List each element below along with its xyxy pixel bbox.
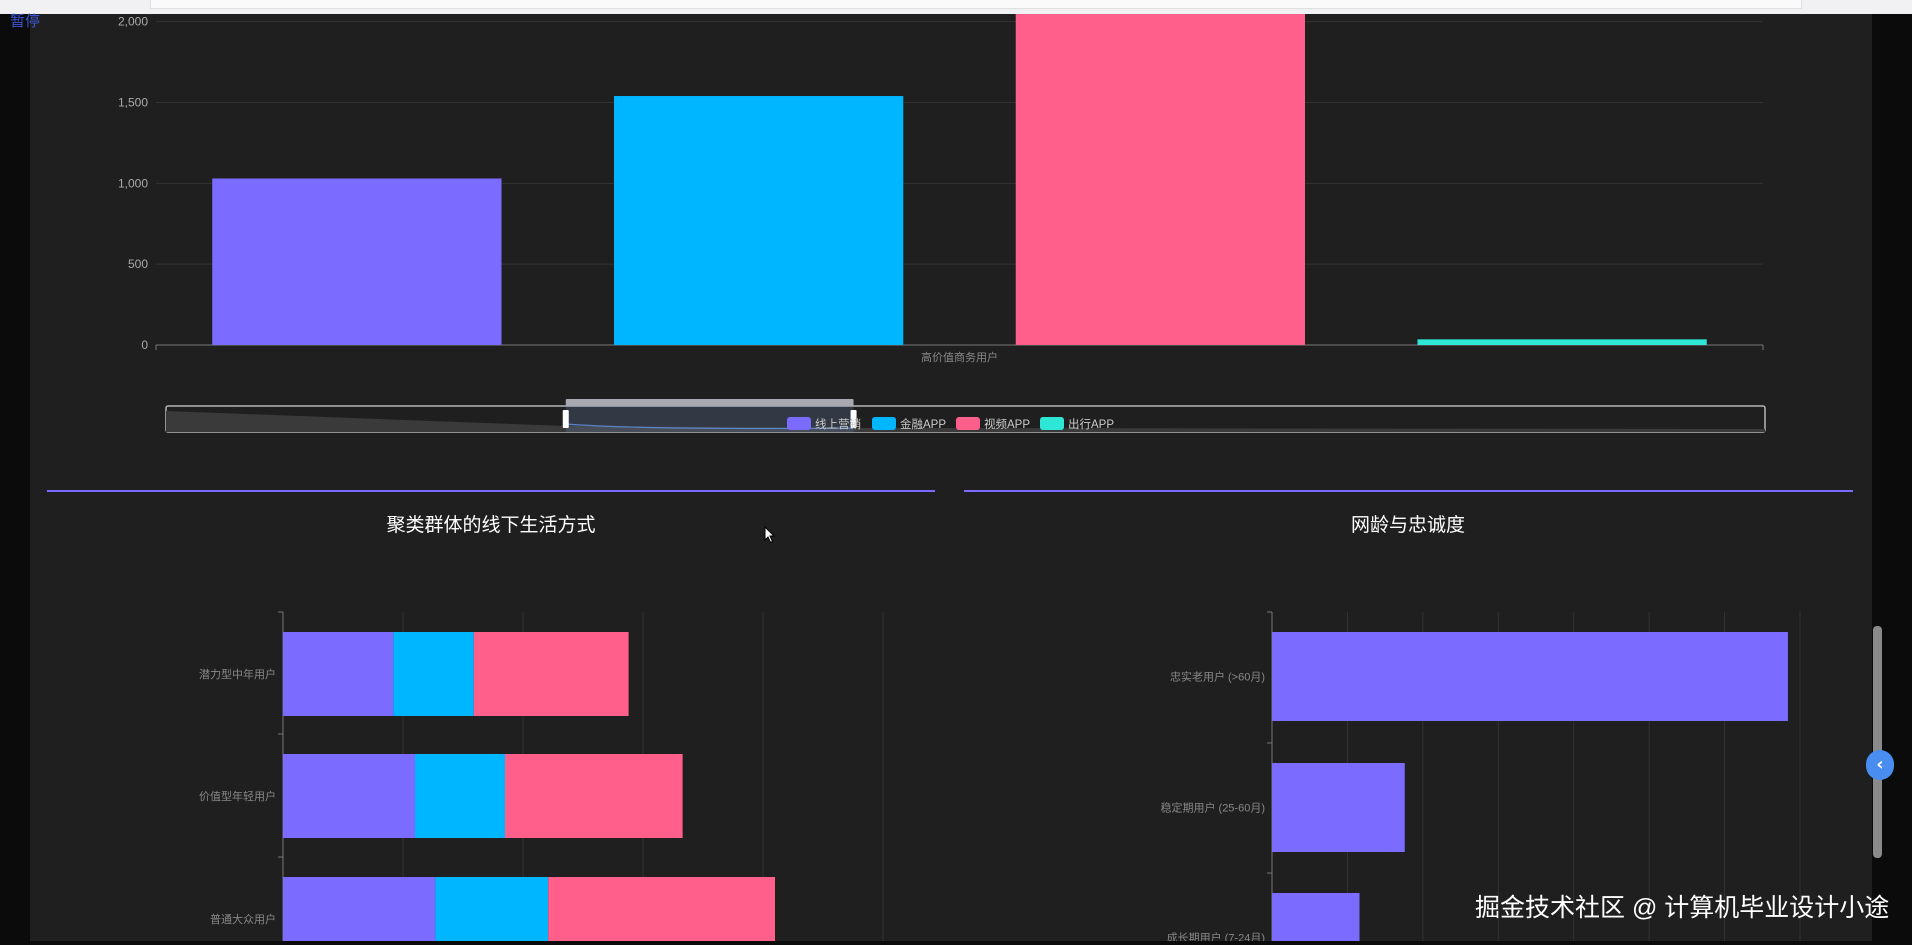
scrollbar-thumb[interactable] [1873, 626, 1882, 858]
stacked-bar-segment-线上营销 [283, 632, 394, 716]
x-category-label: 高价值商务用户 [921, 350, 998, 364]
y-category-label: 忠实老用户 (>60月) [1170, 670, 1265, 684]
stacked-bar-segment-视频APP [473, 632, 629, 716]
bar-tenure [1272, 632, 1788, 721]
bar-视频APP [1015, 14, 1306, 345]
y-tick-label: 500 [128, 257, 148, 271]
stacked-bar-segment-金融APP [435, 877, 549, 945]
bar-tenure [1272, 763, 1405, 852]
collapse-side-icon[interactable]: ‹ [1866, 750, 1894, 780]
y-category-label: 成长期用户 (7-24月) [1167, 931, 1265, 942]
stacked-bar-segment-视频APP [505, 754, 683, 838]
y-tick-label: 2,000 [118, 15, 148, 29]
datazoom-start-handle[interactable] [562, 410, 569, 428]
stacked-bar-segment-线上营销 [283, 877, 436, 945]
legend-swatch-金融APP[interactable] [872, 417, 896, 430]
y-tick-label: 0 [141, 338, 148, 352]
y-category-label: 普通大众用户 [210, 912, 276, 926]
legend-label-线上营销[interactable]: 线上营销 [815, 417, 861, 431]
browser-address-area [150, 0, 1802, 9]
legend-label-金融APP[interactable]: 金融APP [900, 417, 946, 431]
y-category-label: 潜力型中年用户 [199, 667, 276, 681]
bar-出行APP [1417, 339, 1707, 345]
browser-top-strip [0, 0, 1912, 14]
stacked-bar-segment-视频APP [548, 877, 775, 945]
y-category-label: 价值型年轻用户 [199, 789, 276, 803]
mouse-cursor-icon [764, 526, 776, 544]
dashboard-charts-svg: 0 500 1,000 1,500 2,000 高价值商务用户线上营销 金融APP 视频APP… [47, 14, 1853, 945]
y-category-label: 稳定期用户 (25-60月) [1160, 801, 1265, 815]
legend-label-出行APP[interactable]: 出行APP [1068, 417, 1114, 431]
bar-金融APP [613, 96, 904, 346]
legend-swatch-线上营销[interactable] [787, 417, 811, 430]
watermark-text: 掘金技术社区 @ 计算机毕业设计小途 [1475, 894, 1890, 922]
bar-线上营销 [212, 178, 502, 345]
legend-swatch-视频APP[interactable] [956, 417, 980, 430]
dashboard-panel: 0 500 1,000 1,500 2,000 高价值商务用户线上营销 金融APP 视频APP… [30, 14, 1872, 945]
stacked-bar-segment-金融APP [415, 754, 505, 838]
y-tick-label: 1,000 [118, 176, 148, 190]
legend-label-视频APP[interactable]: 视频APP [984, 417, 1030, 431]
stacked-bar-segment-金融APP [393, 632, 474, 716]
chart-title-tenure: 网龄与忠诚度 [1351, 514, 1465, 536]
legend-swatch-出行APP[interactable] [1040, 417, 1064, 430]
datazoom-move-handle[interactable] [565, 399, 854, 406]
stacked-bar-segment-线上营销 [283, 754, 415, 838]
y-tick-label: 1,500 [118, 96, 148, 110]
chart-title-lifestyle: 聚类群体的线下生活方式 [386, 514, 595, 536]
bar-tenure [1272, 893, 1360, 945]
pause-label[interactable]: 暂停 [10, 10, 40, 31]
